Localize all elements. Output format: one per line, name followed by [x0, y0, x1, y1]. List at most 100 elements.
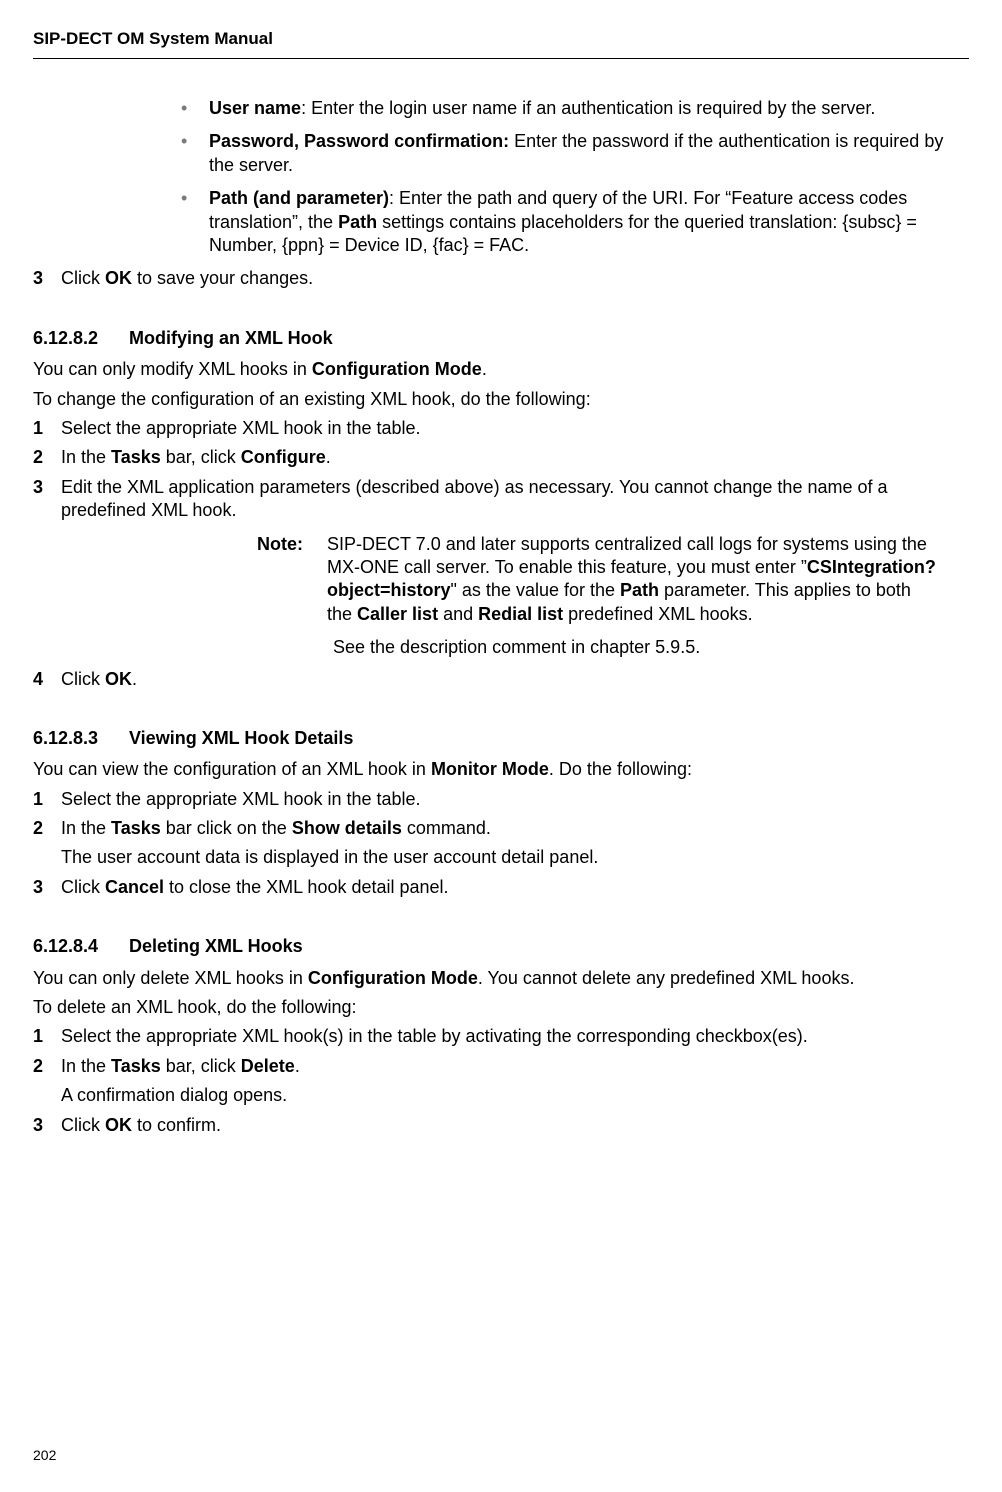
step-body: In the Tasks bar, click Delete. — [61, 1055, 969, 1078]
step-body: Click OK to save your changes. — [61, 267, 969, 290]
section-number: 6.12.8.3 — [33, 727, 129, 750]
text: " as the value for the — [451, 580, 621, 600]
text: . — [295, 1056, 300, 1076]
text: to save your changes. — [132, 268, 313, 288]
step-body: Select the appropriate XML hook(s) in th… — [61, 1025, 969, 1048]
bullet-text: : Enter the login user name if an authen… — [301, 98, 875, 118]
section-heading-modifying: 6.12.8.2Modifying an XML Hook — [33, 327, 969, 350]
config-mode-bold: Configuration Mode — [308, 968, 478, 988]
section-heading-viewing: 6.12.8.3Viewing XML Hook Details — [33, 727, 969, 750]
note-block: Note: SIP-DECT 7.0 and later supports ce… — [257, 533, 939, 627]
path-bold: Path — [620, 580, 659, 600]
text: In the — [61, 1056, 111, 1076]
step-body: Edit the XML application parameters (des… — [61, 476, 969, 523]
step-body: Select the appropriate XML hook in the t… — [61, 788, 969, 811]
paragraph: You can only modify XML hooks in Configu… — [33, 358, 969, 381]
text: . You cannot delete any predefined XML h… — [478, 968, 855, 988]
s1-step-1: 1 Select the appropriate XML hook in the… — [33, 417, 969, 440]
text: Click — [61, 877, 105, 897]
ok-bold: OK — [105, 268, 132, 288]
caller-list-bold: Caller list — [357, 604, 438, 624]
paragraph: To change the configuration of an existi… — [33, 388, 969, 411]
text: . — [482, 359, 487, 379]
step-body: In the Tasks bar, click Configure. — [61, 446, 969, 469]
paragraph: To delete an XML hook, do the following: — [33, 996, 969, 1019]
bullet-path: Path (and parameter): Enter the path and… — [181, 187, 969, 257]
section-title: Modifying an XML Hook — [129, 328, 333, 348]
step-number: 1 — [33, 788, 61, 811]
paragraph: You can only delete XML hooks in Configu… — [33, 967, 969, 990]
bullet-user-name: User name: Enter the login user name if … — [181, 97, 969, 120]
bullet-label: User name — [209, 98, 301, 118]
section-number: 6.12.8.4 — [33, 935, 129, 958]
text: to close the XML hook detail panel. — [164, 877, 449, 897]
config-mode-bold: Configuration Mode — [312, 359, 482, 379]
s3-step-1: 1 Select the appropriate XML hook(s) in … — [33, 1025, 969, 1048]
step-number: 1 — [33, 417, 61, 440]
text: and — [438, 604, 478, 624]
s3-step-3: 3 Click OK to confirm. — [33, 1114, 969, 1137]
ok-bold: OK — [105, 669, 132, 689]
s2-step-1: 1 Select the appropriate XML hook in the… — [33, 788, 969, 811]
step-number: 2 — [33, 1055, 61, 1078]
step-number: 2 — [33, 817, 61, 840]
bullet-path-bold: Path — [338, 212, 377, 232]
section-number: 6.12.8.2 — [33, 327, 129, 350]
step-body: In the Tasks bar click on the Show detai… — [61, 817, 969, 840]
text: You can view the configuration of an XML… — [33, 759, 431, 779]
text: command. — [402, 818, 491, 838]
parameter-bullet-list: User name: Enter the login user name if … — [181, 97, 969, 257]
section-title: Deleting XML Hooks — [129, 936, 303, 956]
text: Click — [61, 1115, 105, 1135]
sub-line: A confirmation dialog opens. — [61, 1084, 969, 1107]
step-body: Select the appropriate XML hook in the t… — [61, 417, 969, 440]
sub-line: The user account data is displayed in th… — [61, 846, 969, 869]
ok-bold: OK — [105, 1115, 132, 1135]
cancel-bold: Cancel — [105, 877, 164, 897]
text: bar, click — [161, 447, 241, 467]
text: . Do the following: — [549, 759, 692, 779]
s1-step-2: 2 In the Tasks bar, click Configure. — [33, 446, 969, 469]
text: to confirm. — [132, 1115, 221, 1135]
section-heading-deleting: 6.12.8.4Deleting XML Hooks — [33, 935, 969, 958]
text: Click — [61, 669, 105, 689]
step-3-top: 3 Click OK to save your changes. — [33, 267, 969, 290]
text: You can only modify XML hooks in — [33, 359, 312, 379]
tasks-bold: Tasks — [111, 1056, 161, 1076]
page-number: 202 — [33, 1446, 56, 1464]
delete-bold: Delete — [241, 1056, 295, 1076]
s3-step-2: 2 In the Tasks bar, click Delete. — [33, 1055, 969, 1078]
text: . — [326, 447, 331, 467]
monitor-mode-bold: Monitor Mode — [431, 759, 549, 779]
paragraph: You can view the configuration of an XML… — [33, 758, 969, 781]
text: . — [132, 669, 137, 689]
note-label: Note: — [257, 533, 303, 627]
section-title: Viewing XML Hook Details — [129, 728, 353, 748]
bullet-label: Path (and parameter) — [209, 188, 389, 208]
s1-step-3: 3 Edit the XML application parameters (d… — [33, 476, 969, 523]
note-body-second: See the description comment in chapter 5… — [333, 636, 939, 659]
step-number: 1 — [33, 1025, 61, 1048]
step-body: Click OK. — [61, 668, 969, 691]
header-divider — [33, 58, 969, 59]
step-body: Click OK to confirm. — [61, 1114, 969, 1137]
text: bar, click — [161, 1056, 241, 1076]
step-number: 3 — [33, 1114, 61, 1137]
s2-step-2: 2 In the Tasks bar click on the Show det… — [33, 817, 969, 840]
text: predefined XML hooks. — [563, 604, 752, 624]
redial-list-bold: Redial list — [478, 604, 563, 624]
step-number: 3 — [33, 476, 61, 523]
bullet-label: Password, Password confirmation: — [209, 131, 509, 151]
text: In the — [61, 818, 111, 838]
note-body: SIP-DECT 7.0 and later supports centrali… — [327, 533, 939, 627]
step-number: 3 — [33, 876, 61, 899]
text: You can only delete XML hooks in — [33, 968, 308, 988]
s2-step-3: 3 Click Cancel to close the XML hook det… — [33, 876, 969, 899]
tasks-bold: Tasks — [111, 447, 161, 467]
s1-step-4: 4 Click OK. — [33, 668, 969, 691]
step-number: 3 — [33, 267, 61, 290]
bullet-password: Password, Password confirmation: Enter t… — [181, 130, 969, 177]
text: Click — [61, 268, 105, 288]
tasks-bold: Tasks — [111, 818, 161, 838]
step-number: 4 — [33, 668, 61, 691]
